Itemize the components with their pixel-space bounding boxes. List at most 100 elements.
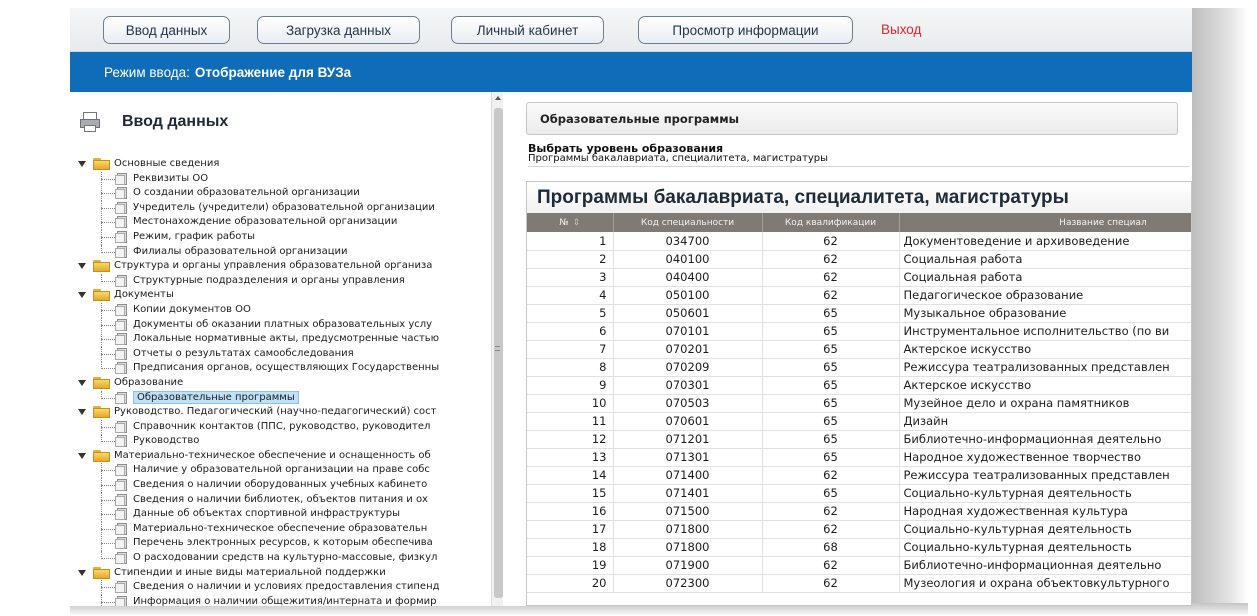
table-row[interactable]: 11 070601 65 Дизайн [527, 412, 1191, 431]
document-icon [115, 172, 129, 185]
cell-specialty-name: Библиотечно-информационная деятельно [899, 556, 1191, 575]
tree-item[interactable]: Данные об объектах спортивной инфраструк… [74, 507, 491, 523]
tree-item[interactable]: Учредитель (учредители) образовательной … [74, 200, 491, 216]
folder-icon [93, 376, 110, 389]
expand-arrow-icon[interactable] [78, 452, 86, 459]
education-level-select[interactable]: Программы бакалавриата, специалитета, ма… [528, 153, 1190, 167]
exit-link[interactable]: Выход [881, 22, 921, 37]
expand-arrow-icon[interactable] [78, 409, 86, 416]
tree-item-label: Филиалы образовательной организации [133, 245, 348, 257]
document-icon [115, 216, 129, 229]
table-row[interactable]: 13 071301 65 Народное художественное творче… [527, 448, 1191, 467]
tree-item-label: Основные сведения [114, 158, 220, 169]
tree-folder[interactable]: Стипендии и иные виды материальной подде… [74, 566, 491, 581]
tree-item[interactable]: Сведения о наличии и условиях предоставл… [74, 580, 491, 596]
cell-number: 12 [527, 430, 614, 449]
tree-item[interactable]: Локальные нормативные акты, предусмотрен… [74, 332, 491, 348]
table-row[interactable]: 2 040100 62 Социальная работа [527, 250, 1191, 269]
expand-arrow-icon[interactable] [78, 569, 86, 576]
tree-item[interactable]: Сведения о наличии оборудованных учебных… [74, 478, 491, 494]
document-icon [115, 522, 129, 535]
printer-icon[interactable] [80, 112, 100, 132]
table-row[interactable]: 15 071401 65 Социально-культурная деятельно… [527, 484, 1191, 503]
table-row[interactable]: 9 070301 65 Актерское искусство [527, 376, 1191, 395]
tree-item[interactable]: О создании образовательной организации [74, 186, 491, 202]
scroll-up-icon[interactable] [495, 96, 501, 100]
top-nav-bar: Ввод данных Загрузка данных Личный кабин… [70, 8, 1192, 52]
cell-specialty-code: 050601 [613, 304, 763, 323]
tree-folder[interactable]: Документы [74, 288, 491, 303]
cell-number: 2 [527, 250, 614, 269]
tree-item[interactable]: Местонахождение образовательной организа… [74, 215, 491, 231]
column-header-specialty-name[interactable]: Название специал [899, 213, 1191, 232]
column-header-specialty-code[interactable]: Код специальности [613, 213, 763, 232]
nav-button-personal-account[interactable]: Личный кабинет [451, 16, 604, 44]
expand-arrow-icon[interactable] [78, 292, 86, 299]
tree-folder[interactable]: Структура и органы управления образовате… [74, 259, 491, 274]
tree-folder[interactable]: Образование [74, 376, 491, 391]
table-row[interactable]: 14 071400 62 Режиссура театрализованных пре… [527, 466, 1191, 485]
table-row[interactable]: 5 050601 65 Музыкальное образование [527, 304, 1191, 323]
tree-folder[interactable]: Руководство. Педагогический (научно-педа… [74, 405, 491, 420]
column-header-qualification-code[interactable]: Код квалификации [762, 213, 900, 232]
document-icon [115, 552, 129, 565]
tree-item[interactable]: Документы об оказании платных образовате… [74, 317, 491, 333]
mode-value: Отображение для ВУЗа [194, 64, 352, 80]
scrollbar-thumb[interactable] [494, 108, 503, 598]
tree-item[interactable]: Филиалы образовательной организации [74, 244, 491, 260]
expand-arrow-icon[interactable] [78, 379, 86, 386]
nav-tree: Основные сведения Реквизиты ОО О создании … [74, 157, 491, 606]
table-row[interactable]: 4 050100 62 Педагогическое образование [527, 286, 1191, 305]
cell-specialty-name: Дизайн [899, 412, 1191, 431]
tree-item[interactable]: Справочник контактов (ППС, руководство, … [74, 419, 491, 435]
mode-bar: Режим ввода: Отображение для ВУЗа [70, 52, 1192, 92]
tree-item[interactable]: Режим, график работы [74, 229, 491, 245]
tree-item[interactable]: Отчеты о результатах самообследования [74, 346, 491, 362]
table-row[interactable]: 3 040400 62 Социальная работа [527, 268, 1191, 287]
nav-button-data-entry[interactable]: Ввод данных [103, 16, 230, 44]
cell-qualification-code: 65 [762, 304, 900, 323]
table-row[interactable]: 7 070201 65 Актерское искусство [527, 340, 1191, 359]
tree-item[interactable]: Предписания органов, осуществляющих Госу… [74, 361, 491, 376]
table-row[interactable]: 16 071500 62 Народная художественная культу… [527, 502, 1191, 521]
cell-specialty-code: 070503 [613, 394, 763, 413]
tree-item[interactable]: Образовательные программы [74, 390, 491, 406]
tree-item[interactable]: Информация о наличии общежития/интерната… [74, 594, 491, 606]
table-row[interactable]: 8 070209 65 Режиссура театрализованных пред… [527, 358, 1191, 377]
tree-item-label: О расходовании средств на культурно-масс… [133, 552, 438, 564]
cell-specialty-name: Актерское искусство [899, 340, 1191, 359]
column-header-number[interactable]: № ⇕ [527, 213, 614, 232]
tree-item[interactable]: Перечень электронных ресурсов, к которым… [74, 536, 491, 552]
nav-button-data-upload[interactable]: Загрузка данных [257, 16, 420, 44]
cell-specialty-code: 071800 [613, 538, 763, 557]
tree-item[interactable]: Структурные подразделения и органы управ… [74, 273, 491, 289]
tree-item-label: Справочник контактов (ППС, руководство, … [133, 420, 431, 432]
cell-number: 14 [527, 466, 614, 485]
document-icon [115, 362, 129, 375]
tree-item[interactable]: Наличие у образовательной организации на… [74, 463, 491, 479]
tree-folder[interactable]: Основные сведения [74, 157, 491, 172]
nav-button-view-info[interactable]: Просмотр информации [638, 16, 853, 44]
tree-item[interactable]: Материально-техническое обеспечение обра… [74, 521, 491, 537]
programs-table-panel: Программы бакалавриата, специалитета, ма… [526, 181, 1192, 606]
tree-item[interactable]: О расходовании средств на культурно-масс… [74, 551, 491, 566]
tree-item[interactable]: Реквизиты ОО [74, 171, 491, 187]
table-row[interactable]: 6 070101 65 Инструментальное исполнительств… [527, 322, 1191, 341]
cell-specialty-name: Музыкальное образование [899, 304, 1191, 323]
table-row[interactable]: 20 072300 62 Музеология и охрана объектовку… [527, 574, 1191, 593]
table-row[interactable]: 12 071201 65 Библиотечно-информационная дея… [527, 430, 1191, 449]
table-row[interactable]: 10 070503 65 Музейное дело и охрана памятни… [527, 394, 1191, 413]
tree-item[interactable]: Руководство [74, 434, 491, 449]
tree-item[interactable]: Сведения о наличии библиотек, объектов п… [74, 492, 491, 508]
table-row[interactable]: 1 034700 62 Документоведение и архивоведени… [527, 232, 1191, 251]
tree-item[interactable]: Копии документов ОО [74, 302, 491, 318]
cell-specialty-code: 040400 [613, 268, 763, 287]
table-row[interactable]: 18 071800 68 Социально-культурная деятельно… [527, 538, 1191, 557]
tree-folder[interactable]: Материально-техническое обеспечение и ос… [74, 449, 491, 464]
expand-arrow-icon[interactable] [78, 263, 86, 270]
table-row[interactable]: 19 071900 62 Библиотечно-информационная дея… [527, 556, 1191, 575]
expand-arrow-icon[interactable] [78, 161, 86, 167]
table-row[interactable]: 17 071800 62 Социально-культурная деятельно… [527, 520, 1191, 539]
left-panel-scrollbar[interactable] [491, 92, 503, 606]
tree-item-label: Руководство. Педагогический (научно-педа… [114, 406, 437, 418]
